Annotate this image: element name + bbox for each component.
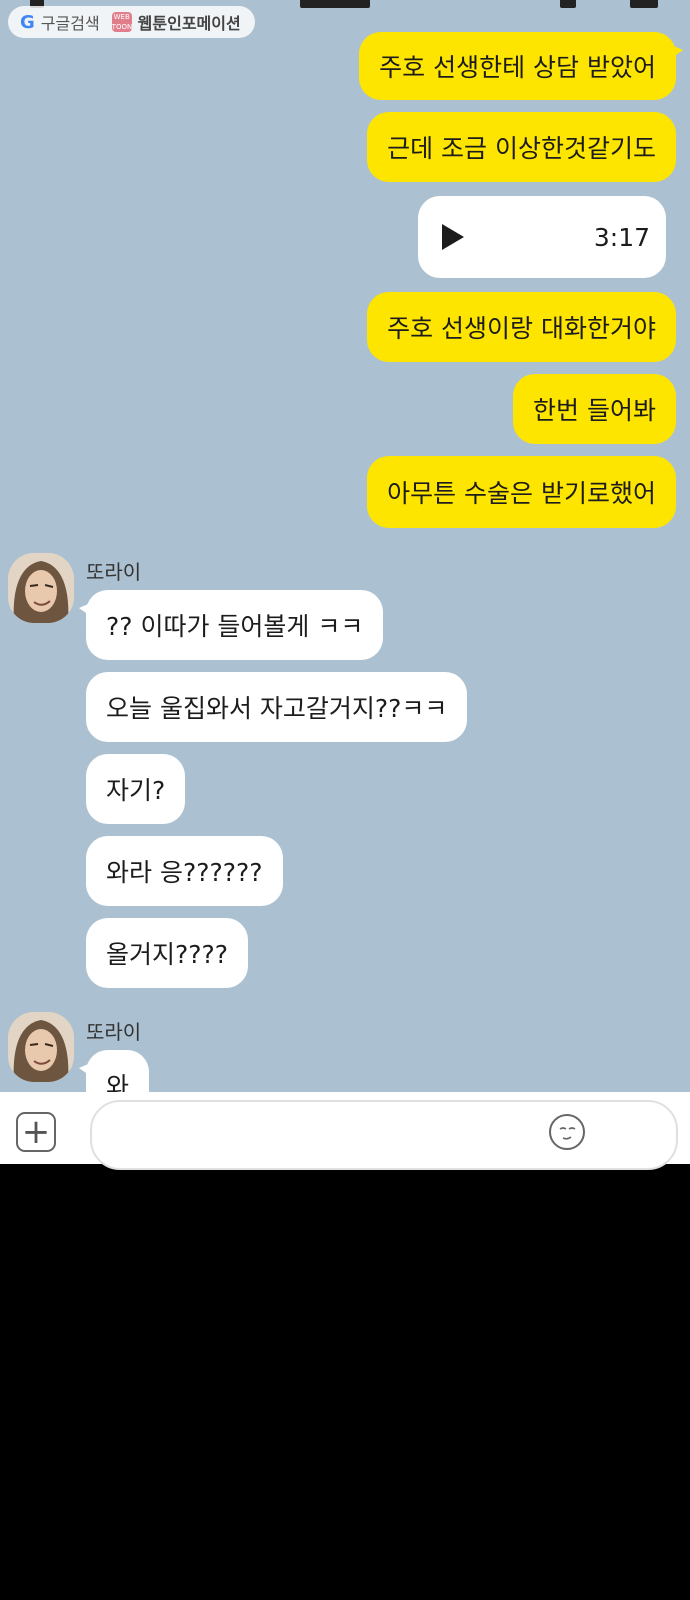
google-icon: G bbox=[20, 11, 35, 33]
bubble-tail bbox=[79, 602, 93, 618]
menu-icon[interactable] bbox=[630, 0, 658, 8]
message-text: 주호 선생한테 상담 받았어 bbox=[379, 53, 656, 82]
play-icon[interactable] bbox=[442, 224, 464, 250]
message-text: 자기? bbox=[106, 776, 166, 805]
outgoing-message[interactable]: 주호 선생이랑 대화한거야 bbox=[367, 292, 676, 362]
message-text: 오늘 울집와서 자고갈거지??ㅋㅋ bbox=[106, 694, 448, 723]
avatar[interactable] bbox=[8, 1012, 74, 1082]
incoming-message[interactable]: ?? 이따가 들어볼게 ㅋㅋ bbox=[79, 590, 384, 660]
chat-area: G 구글검색 WEB TOON 웹툰인포메이션 주호 선생한테 상담 받았어 근… bbox=[0, 0, 690, 1092]
chat-title bbox=[300, 0, 370, 8]
outgoing-message[interactable]: 근데 조금 이상한것같기도 bbox=[367, 112, 676, 182]
source-watermark: G 구글검색 WEB TOON 웹툰인포메이션 bbox=[8, 6, 255, 38]
message-text: 와라 응?????? bbox=[106, 858, 263, 887]
avatar[interactable] bbox=[8, 553, 74, 623]
message-text: ?? 이따가 들어볼게 ㅋㅋ bbox=[106, 612, 364, 641]
message-text: 한번 들어봐 bbox=[533, 396, 656, 425]
sender-name: 또라이 bbox=[86, 560, 142, 584]
message-input[interactable] bbox=[90, 1100, 678, 1170]
incoming-message[interactable]: 와 bbox=[79, 1050, 150, 1092]
bubble-tail bbox=[79, 1062, 93, 1078]
incoming-message[interactable]: 자기? bbox=[86, 754, 186, 824]
outgoing-message[interactable]: 주호 선생한테 상담 받았어 bbox=[359, 32, 683, 100]
message-text: 근데 조금 이상한것같기도 bbox=[387, 134, 656, 163]
incoming-message[interactable]: 올거지???? bbox=[86, 918, 249, 988]
message-input-bar: + bbox=[0, 1092, 690, 1170]
bubble-tail bbox=[669, 44, 683, 60]
voice-message[interactable]: 3:17 bbox=[418, 196, 666, 278]
incoming-message[interactable]: 와라 응?????? bbox=[86, 836, 283, 906]
incoming-message[interactable]: 오늘 울집와서 자고갈거지??ㅋㅋ bbox=[86, 672, 468, 742]
message-text: 올거지???? bbox=[106, 940, 229, 969]
emoji-icon[interactable] bbox=[549, 1114, 585, 1150]
message-text: 와 bbox=[106, 1072, 130, 1092]
message-text: 아무튼 수술은 받기로했어 bbox=[387, 479, 656, 508]
sender-name: 또라이 bbox=[86, 1020, 142, 1044]
message-text: 주호 선생이랑 대화한거야 bbox=[387, 314, 656, 343]
google-search-label: 구글검색 bbox=[40, 14, 100, 33]
outgoing-message[interactable]: 아무튼 수술은 받기로했어 bbox=[367, 456, 676, 528]
webtoon-logo-icon: WEB TOON bbox=[111, 12, 133, 32]
plus-icon[interactable]: + bbox=[16, 1112, 56, 1152]
search-icon[interactable] bbox=[560, 0, 576, 8]
webtoon-info-label: 웹툰인포메이션 bbox=[137, 14, 241, 33]
voice-duration: 3:17 bbox=[593, 222, 650, 252]
outgoing-message[interactable]: 한번 들어봐 bbox=[513, 374, 676, 444]
